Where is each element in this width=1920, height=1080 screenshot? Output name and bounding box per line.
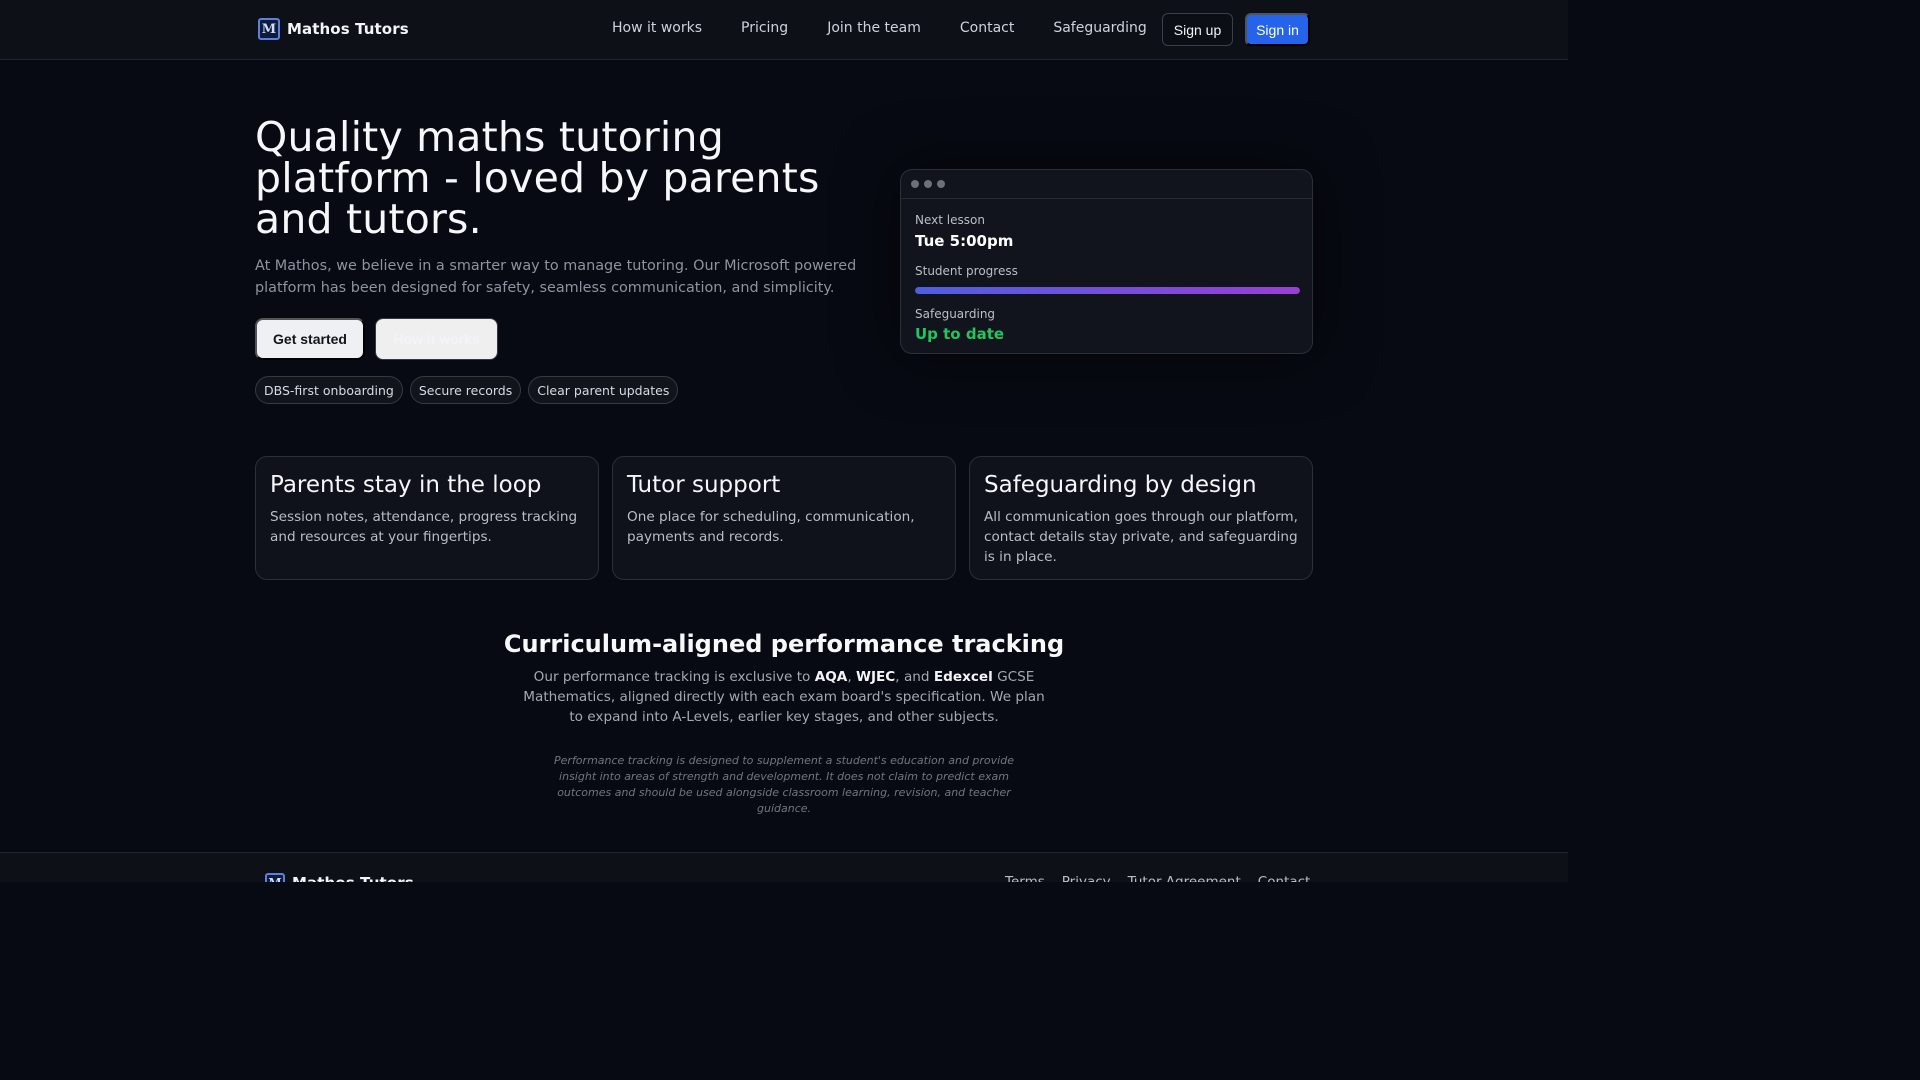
window-dot-icon xyxy=(937,180,945,188)
safeguarding-status: Up to date xyxy=(915,325,1005,343)
nav-safeguarding[interactable]: Safeguarding xyxy=(1053,20,1146,36)
window-dot-icon xyxy=(924,180,932,188)
exam-board-edexcel: Edexcel xyxy=(933,669,993,685)
window-dot-icon xyxy=(911,180,919,188)
feature-card-tutor-support: Tutor support One place for scheduling, … xyxy=(612,456,956,580)
nav-how-it-works[interactable]: How it works xyxy=(612,20,702,36)
mathos-logo-icon: M xyxy=(258,18,280,40)
brand-name: Mathos Tutors xyxy=(287,20,409,38)
safeguarding-label: Safeguarding xyxy=(915,307,996,321)
student-progress-label: Student progress xyxy=(915,264,1018,278)
footer-brand-name: Mathos Tutors xyxy=(292,874,414,882)
student-progress-bar xyxy=(915,287,1300,294)
tracking-section-description: Our performance tracking is exclusive to… xyxy=(520,667,1048,727)
footer-link-tutor-agreement[interactable]: Tutor Agreement xyxy=(1128,874,1241,882)
sign-up-button[interactable]: Sign up xyxy=(1162,13,1233,46)
footer-brand-link[interactable]: M Mathos Tutors xyxy=(265,873,414,882)
exam-board-aqa: AQA xyxy=(814,669,848,685)
footer-link-contact[interactable]: Contact xyxy=(1258,874,1311,882)
nav-contact[interactable]: Contact xyxy=(960,20,1014,36)
sign-in-button[interactable]: Sign in xyxy=(1245,13,1310,46)
feature-pill-list: DBS-first onboarding Secure records Clea… xyxy=(255,376,679,404)
site-footer: M Mathos Tutors Terms Privacy Tutor Agre… xyxy=(0,852,1568,882)
pill-clear-parent-updates: Clear parent updates xyxy=(528,376,679,404)
pill-dbs-first-onboarding: DBS-first onboarding xyxy=(255,376,403,404)
student-progress-fill xyxy=(915,287,1300,294)
main-navigation: How it works Pricing Join the team Conta… xyxy=(612,20,1147,36)
feature-description: Session notes, attendance, progress trac… xyxy=(270,509,578,545)
tracking-separator: , and xyxy=(895,669,934,685)
feature-description: All communication goes through our platf… xyxy=(984,509,1298,565)
brand-link[interactable]: M Mathos Tutors xyxy=(258,18,409,40)
tracking-disclaimer: Performance tracking is designed to supp… xyxy=(554,754,1014,815)
footer-navigation: Terms Privacy Tutor Agreement Contact xyxy=(1005,874,1310,882)
tracking-separator: , xyxy=(847,669,856,685)
nav-pricing[interactable]: Pricing xyxy=(741,20,788,36)
get-started-button[interactable]: Get started xyxy=(255,318,365,360)
hero-subtitle: At Mathos, we believe in a smarter way t… xyxy=(255,258,857,296)
footer-link-privacy[interactable]: Privacy xyxy=(1062,874,1111,882)
hero-title: Quality maths tutoring platform - loved … xyxy=(255,113,820,243)
nav-join-the-team[interactable]: Join the team xyxy=(827,20,921,36)
tracking-text-start: Our performance tracking is exclusive to xyxy=(533,669,815,685)
mathos-logo-icon: M xyxy=(265,873,285,882)
dashboard-preview-card: Next lesson Tue 5:00pm Student progress … xyxy=(900,169,1313,354)
next-lesson-value: Tue 5:00pm xyxy=(915,232,1014,250)
tracking-section-title: Curriculum-aligned performance tracking xyxy=(503,630,1065,658)
exam-board-wjec: WJEC xyxy=(855,669,896,685)
feature-description: One place for scheduling, communication,… xyxy=(627,509,915,545)
preview-body: Next lesson Tue 5:00pm Student progress … xyxy=(915,213,1301,343)
footer-link-terms[interactable]: Terms xyxy=(1005,874,1045,882)
feature-title: Safeguarding by design xyxy=(984,472,1257,498)
next-lesson-label: Next lesson xyxy=(915,213,985,227)
top-navigation-bar: M Mathos Tutors How it works Pricing Joi… xyxy=(0,0,1568,60)
pill-secure-records: Secure records xyxy=(409,376,522,404)
preview-window-bar xyxy=(901,170,1312,199)
feature-card-safeguarding: Safeguarding by design All communication… xyxy=(969,456,1313,580)
feature-title: Tutor support xyxy=(627,472,781,498)
feature-card-parents: Parents stay in the loop Session notes, … xyxy=(255,456,599,580)
how-it-works-button[interactable]: How it works xyxy=(375,318,498,360)
feature-title: Parents stay in the loop xyxy=(270,472,542,498)
